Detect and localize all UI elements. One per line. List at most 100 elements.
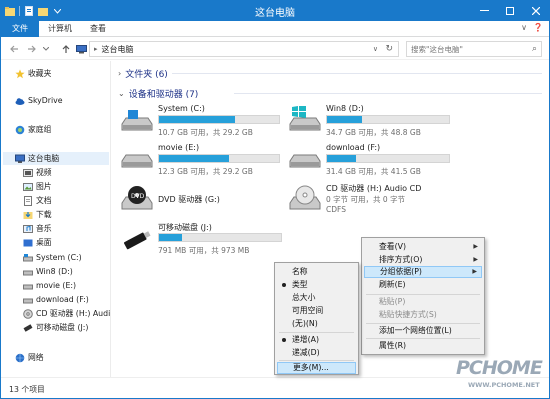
- back-button[interactable]: [7, 42, 21, 56]
- menu-item-add-network-location[interactable]: 添加一个网络位置(L): [364, 325, 482, 337]
- explorer-window: 这台电脑 文件 计算机 查看 ∨ ❓ ▸ 这台电脑 ∨ ↻ 搜索"这台电脑" ⌕…: [0, 0, 550, 399]
- up-button[interactable]: [59, 42, 73, 56]
- recent-locations-chevron-icon[interactable]: [41, 42, 51, 56]
- collapse-chevron-icon[interactable]: ⌄: [118, 89, 125, 98]
- menu-item-view[interactable]: 查看(V) ▶: [364, 241, 482, 253]
- nav-drive-h[interactable]: CD 驱动器 (H:) Audi: [23, 307, 111, 320]
- menu-item-paste-shortcut: 粘贴快捷方式(S): [379, 310, 437, 319]
- search-input[interactable]: [411, 44, 521, 54]
- nav-favorites[interactable]: 收藏夹: [15, 67, 51, 80]
- nav-pictures[interactable]: 图片: [23, 180, 52, 193]
- network-icon: [15, 353, 25, 362]
- submenu-arrow-icon: ▶: [472, 268, 477, 275]
- homegroup-icon: [15, 125, 25, 134]
- tab-view[interactable]: 查看: [81, 21, 115, 37]
- system-drive-icon: [23, 253, 33, 261]
- nav-drive-f[interactable]: download (F:): [23, 293, 89, 306]
- group-folders[interactable]: › 文件夹 (6): [118, 66, 168, 80]
- nav-documents[interactable]: 文档: [23, 194, 52, 207]
- tab-file[interactable]: 文件: [1, 21, 39, 37]
- path-separator-icon: ▸: [94, 45, 98, 53]
- submenu-item-total-size[interactable]: 总大小: [277, 292, 356, 304]
- submenu-arrow-icon: ▶: [473, 256, 478, 263]
- nav-desktop[interactable]: 桌面: [23, 236, 52, 249]
- window-controls: [471, 1, 549, 21]
- downloads-folder-icon: [23, 211, 33, 219]
- music-folder-icon: [23, 224, 33, 233]
- item-count: 13 个项目: [9, 385, 45, 394]
- drive-j[interactable]: 可移动磁盘 (J:) 791 MB 可用，共 973 MB: [120, 222, 290, 256]
- capacity-fill: [159, 116, 235, 123]
- refresh-icon[interactable]: ↻: [385, 44, 393, 54]
- ribbon-right-controls: ∨ ❓: [521, 23, 543, 32]
- group-devices[interactable]: ⌄ 设备和驱动器 (7): [118, 86, 198, 100]
- watermark-url: WWW.PCHOME.NET: [468, 381, 540, 389]
- submenu-item-descending[interactable]: 递减(D): [277, 347, 356, 359]
- drive-g[interactable]: DVD DVD 驱动器 (G:): [120, 183, 280, 217]
- nav-music[interactable]: 音乐: [23, 222, 52, 235]
- nav-videos[interactable]: 视频: [23, 166, 52, 179]
- drive-h[interactable]: CD 驱动器 (H:) Audio CD 0 字节 可用，共 0 字节 CDFS: [288, 183, 453, 223]
- drive-f[interactable]: download (F:) 31.4 GB 可用，共 41.5 GB: [288, 143, 453, 177]
- drive-icon: [121, 154, 153, 168]
- capacity-bar: [158, 233, 282, 242]
- group-by-submenu: 名称 类型 总大小 可用空间 (无)(N) 递增(A) 递减(D) 更多(M).…: [274, 262, 359, 375]
- cd-drive-icon: [289, 185, 321, 210]
- maximize-button[interactable]: [497, 1, 523, 21]
- expand-ribbon-chevron-icon[interactable]: ∨: [521, 23, 527, 32]
- forward-button[interactable]: [25, 42, 39, 56]
- menu-item-group-by[interactable]: 分组依据(P) ▶: [364, 266, 482, 278]
- pictures-folder-icon: [23, 182, 33, 191]
- menu-item-properties[interactable]: 属性(R): [364, 340, 482, 352]
- submenu-item-free-space[interactable]: 可用空间: [277, 305, 356, 317]
- menu-item-refresh[interactable]: 刷新(E): [364, 279, 482, 291]
- submenu-item-type[interactable]: 类型: [277, 279, 356, 291]
- menu-item-sort[interactable]: 排序方式(O) ▶: [364, 254, 482, 266]
- submenu-item-ascending[interactable]: 递增(A): [277, 334, 356, 346]
- close-button[interactable]: [523, 1, 549, 21]
- menu-separator: [279, 332, 354, 333]
- search-icon[interactable]: ⌕: [532, 44, 537, 54]
- video-folder-icon: [23, 168, 33, 177]
- computer-small-icon: [75, 42, 87, 56]
- nav-network[interactable]: 网络: [15, 351, 44, 364]
- drive-e[interactable]: movie (E:) 12.3 GB 可用，共 29.2 GB: [120, 143, 280, 177]
- submenu-item-none[interactable]: (无)(N): [277, 318, 356, 330]
- tab-computer[interactable]: 计算机: [39, 21, 81, 37]
- usb-drive-icon: [23, 323, 33, 332]
- menu-separator: [366, 338, 480, 339]
- cloud-icon: [15, 97, 25, 105]
- svg-text:DVD: DVD: [131, 193, 145, 200]
- address-dropdown-icon[interactable]: ∨: [373, 45, 378, 53]
- capacity-fill: [327, 116, 363, 123]
- nav-drive-e[interactable]: movie (E:): [23, 279, 76, 292]
- help-icon[interactable]: ❓: [533, 23, 543, 32]
- minimize-button[interactable]: [471, 1, 497, 21]
- watermark-logo: PCHOME: [456, 357, 543, 379]
- usb-drive-icon: [123, 231, 151, 250]
- submenu-item-more[interactable]: 更多(M)...: [277, 362, 356, 374]
- nav-this-pc[interactable]: 这台电脑: [3, 152, 109, 165]
- nav-drive-j[interactable]: 可移动磁盘 (J:): [23, 321, 88, 334]
- selected-bullet-icon: [282, 338, 286, 342]
- capacity-bar: [326, 154, 450, 163]
- drive-icon: [23, 270, 33, 275]
- address-bar[interactable]: ▸ 这台电脑 ∨ ↻: [89, 41, 399, 57]
- drive-icon: [289, 154, 321, 168]
- nav-drive-d[interactable]: Win8 (D:): [23, 265, 73, 278]
- address-row: ▸ 这台电脑 ∨ ↻ ⌕: [1, 38, 549, 60]
- title-bar: 这台电脑: [1, 1, 549, 21]
- selected-bullet-icon: [282, 283, 286, 287]
- nav-homegroup[interactable]: 家庭组: [15, 123, 51, 136]
- win8-drive-icon: [289, 106, 321, 131]
- nav-skydrive[interactable]: SkyDrive: [15, 94, 63, 107]
- expand-chevron-icon[interactable]: ›: [118, 69, 121, 78]
- nav-drive-c[interactable]: System (C:): [23, 251, 82, 264]
- path-segment[interactable]: 这台电脑: [102, 44, 134, 55]
- drive-d[interactable]: Win8 (D:) 34.7 GB 可用，共 48.8 GB: [288, 104, 453, 138]
- cd-drive-icon: [23, 308, 33, 319]
- nav-downloads[interactable]: 下载: [23, 208, 52, 221]
- drive-c[interactable]: System (C:) 10.7 GB 可用，共 29.2 GB: [120, 104, 280, 138]
- submenu-item-name[interactable]: 名称: [277, 266, 356, 278]
- system-drive-icon: [121, 110, 153, 131]
